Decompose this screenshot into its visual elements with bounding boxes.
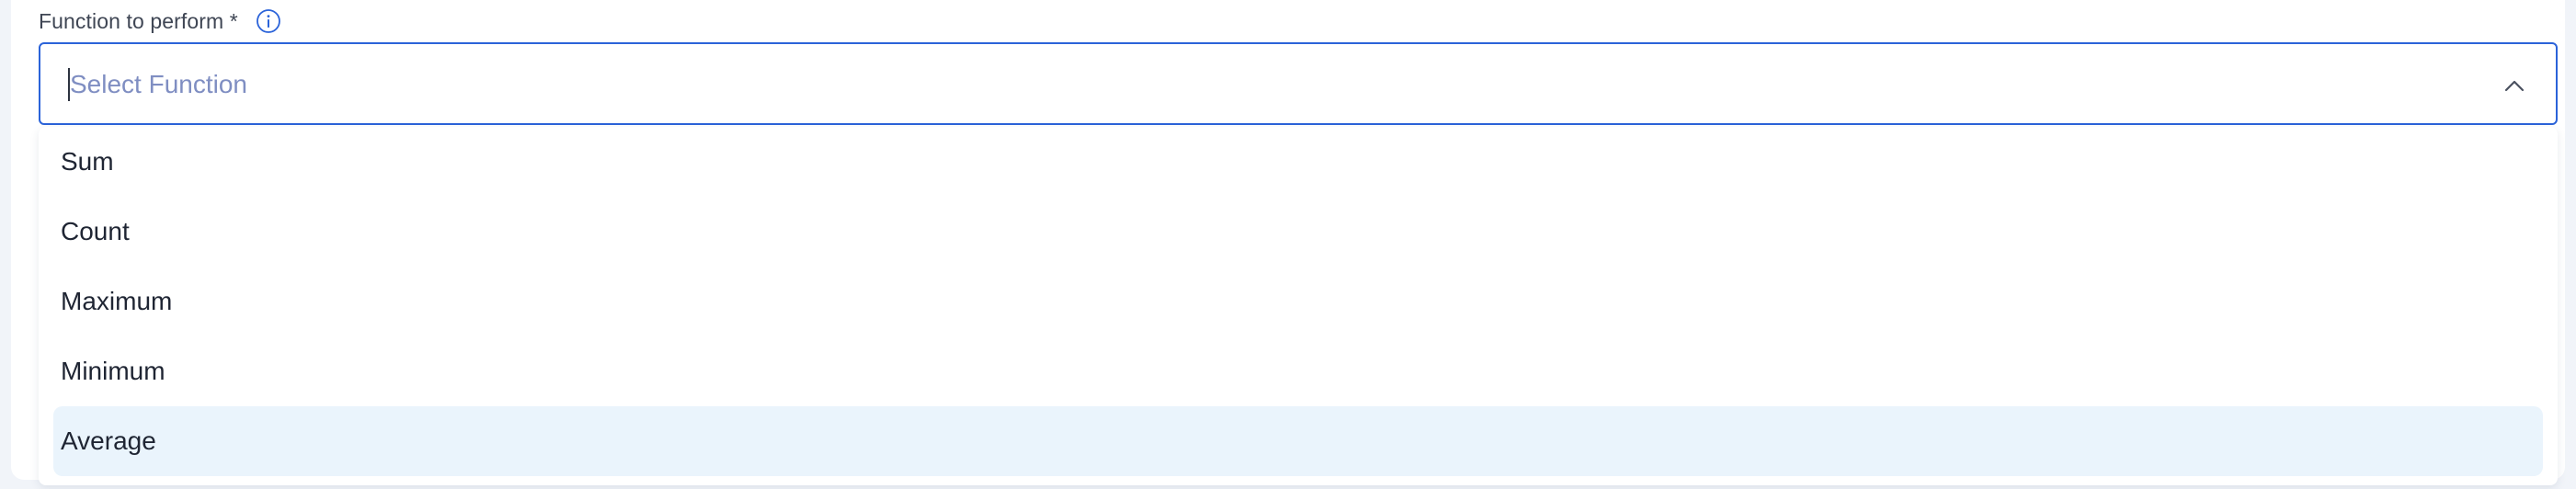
function-dropdown-menu: Sum Count Maximum Minimum Average (39, 127, 2558, 485)
option-average[interactable]: Average (53, 406, 2543, 476)
field-label-row: Function to perform * (39, 6, 281, 37)
field-label: Function to perform * (39, 8, 238, 33)
select-placeholder: Select Function (70, 70, 247, 98)
option-minimum[interactable]: Minimum (53, 336, 2543, 406)
chevron-up-icon[interactable] (2501, 72, 2528, 99)
option-maximum[interactable]: Maximum (53, 267, 2543, 336)
function-select[interactable]: Select Function (39, 42, 2558, 125)
info-circle-icon[interactable] (256, 8, 281, 34)
option-sum[interactable]: Sum (53, 127, 2543, 197)
option-count[interactable]: Count (53, 197, 2543, 267)
